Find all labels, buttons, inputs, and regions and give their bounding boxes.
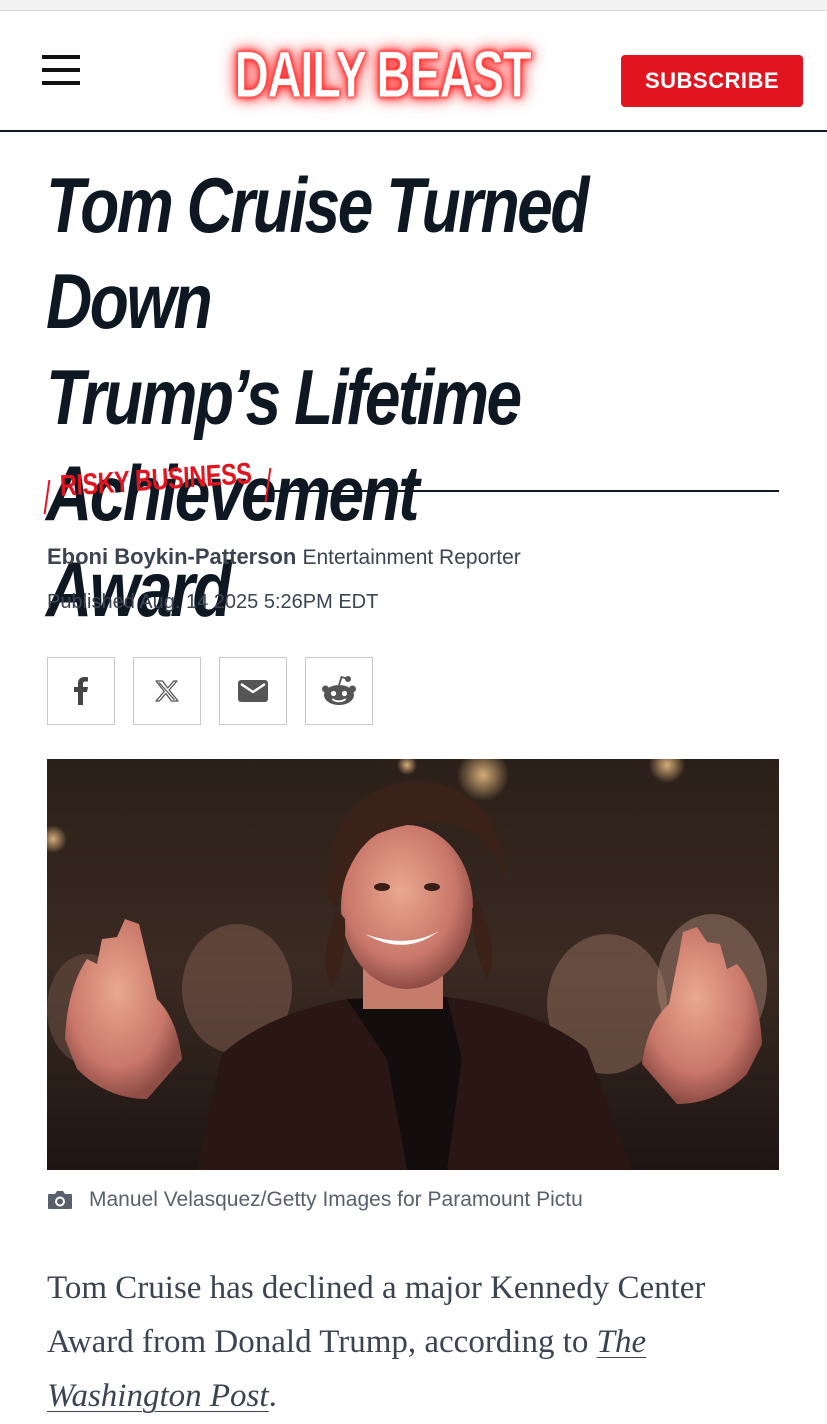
article-hero-image[interactable] — [47, 759, 779, 1170]
mail-icon — [238, 680, 268, 702]
share-x-button[interactable] — [133, 657, 201, 725]
byline: Eboni Boykin-Patterson Entertainment Rep… — [47, 544, 787, 570]
reddit-icon — [322, 675, 356, 705]
photo-credit: Manuel Velasquez/Getty Images for Paramo… — [89, 1188, 583, 1211]
rubric-bar-right — [264, 468, 272, 502]
subscribe-button[interactable]: SUBSCRIBE — [621, 55, 803, 107]
photo-caption: Manuel Velasquez/Getty Images for Paramo… — [47, 1188, 787, 1212]
camera-icon — [48, 1191, 72, 1209]
publish-date: Published Aug. 14 2025 5:26PM EDT — [47, 591, 379, 613]
author-role: Entertainment Reporter — [302, 546, 521, 569]
share-reddit-button[interactable] — [305, 657, 373, 725]
browser-top-strip — [0, 0, 827, 11]
rubric-divider — [272, 490, 779, 492]
facebook-icon — [74, 677, 88, 705]
section-rubric: RISKY BUSINESS — [43, 457, 779, 514]
site-logo[interactable]: DAILY BEAST — [225, 29, 540, 119]
site-logo-text: DAILY BEAST — [234, 37, 532, 112]
article-body-paragraph: Tom Cruise has declined a major Kennedy … — [47, 1261, 787, 1423]
headline-line: Tom Cruise Turned Down — [46, 161, 589, 345]
author-name[interactable]: Eboni Boykin-Patterson — [47, 544, 296, 569]
x-icon — [155, 680, 179, 702]
menu-icon[interactable] — [40, 53, 82, 87]
share-email-button[interactable] — [219, 657, 287, 725]
body-text-end: . — [268, 1378, 277, 1414]
share-facebook-button[interactable] — [47, 657, 115, 725]
hero-photo-illustration — [47, 759, 779, 1170]
rubric-bar-left — [43, 480, 51, 514]
site-header: DAILY BEAST SUBSCRIBE — [0, 11, 827, 132]
